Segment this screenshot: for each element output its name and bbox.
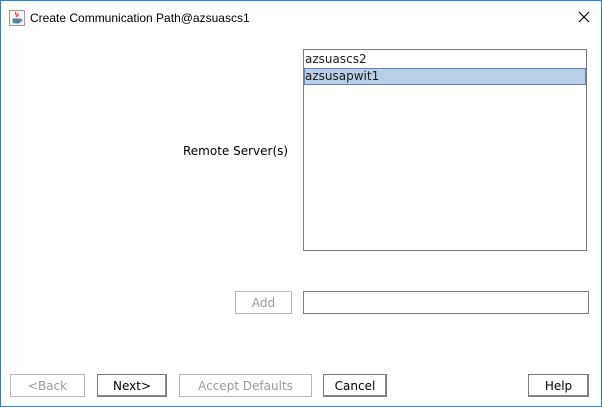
- remote-servers-list[interactable]: azsuascs2 azsusapwit1: [303, 49, 587, 251]
- java-cup-icon: [9, 10, 25, 26]
- dialog-window: Create Communication Path@azsuascs1 Remo…: [0, 0, 602, 407]
- close-icon: [578, 11, 590, 26]
- list-item[interactable]: azsuascs2: [304, 51, 586, 67]
- add-button[interactable]: Add: [235, 291, 292, 314]
- next-button[interactable]: Next>: [97, 374, 167, 397]
- back-button[interactable]: <Back: [10, 374, 85, 397]
- close-button[interactable]: [567, 4, 601, 32]
- accept-defaults-button[interactable]: Accept Defaults: [179, 374, 312, 397]
- dialog-content: Remote Server(s) azsuascs2 azsusapwit1 A…: [1, 35, 601, 406]
- help-button[interactable]: Help: [528, 374, 589, 397]
- title-bar[interactable]: Create Communication Path@azsuascs1: [1, 1, 601, 35]
- add-server-input[interactable]: [303, 291, 589, 314]
- remote-servers-label: Remote Server(s): [183, 144, 289, 158]
- window-title: Create Communication Path@azsuascs1: [30, 11, 250, 25]
- cancel-button[interactable]: Cancel: [323, 374, 387, 397]
- list-item-selected[interactable]: azsusapwit1: [304, 68, 586, 85]
